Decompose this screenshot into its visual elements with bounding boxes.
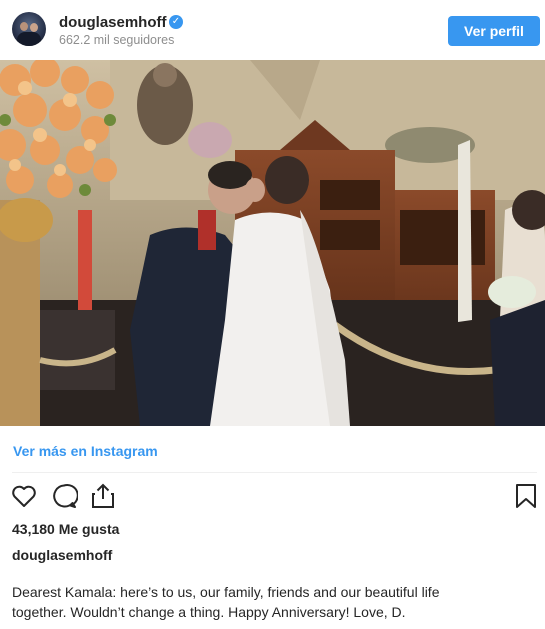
verified-badge-icon: ✓ bbox=[169, 15, 183, 29]
post-image[interactable] bbox=[0, 60, 545, 426]
username[interactable]: douglasemhoff bbox=[59, 14, 167, 31]
heart-icon[interactable] bbox=[10, 482, 38, 510]
bookmark-icon[interactable] bbox=[512, 482, 540, 510]
view-more-on-instagram-link[interactable]: Ver más en Instagram bbox=[13, 443, 158, 459]
caption-line: Dearest Kamala: here’s to us, our family… bbox=[12, 584, 440, 600]
divider bbox=[12, 472, 537, 473]
like-count[interactable]: 43,180 Me gusta bbox=[12, 521, 119, 537]
view-profile-button[interactable]: Ver perfil bbox=[448, 16, 540, 46]
caption-username[interactable]: douglasemhoff bbox=[12, 547, 112, 563]
avatar[interactable] bbox=[12, 12, 46, 46]
caption-line: together. Wouldn’t change a thing. Happy… bbox=[12, 604, 406, 620]
follower-count: 662.2 mil seguidores bbox=[59, 33, 175, 47]
instagram-embed: douglasemhoff ✓ 662.2 mil seguidores Ver… bbox=[0, 0, 545, 629]
share-icon[interactable] bbox=[89, 482, 117, 510]
post-header: douglasemhoff ✓ 662.2 mil seguidores Ver… bbox=[0, 0, 545, 60]
caption-text: Dearest Kamala: here’s to us, our family… bbox=[12, 582, 532, 622]
comment-icon[interactable] bbox=[50, 482, 78, 510]
action-bar bbox=[0, 480, 545, 514]
